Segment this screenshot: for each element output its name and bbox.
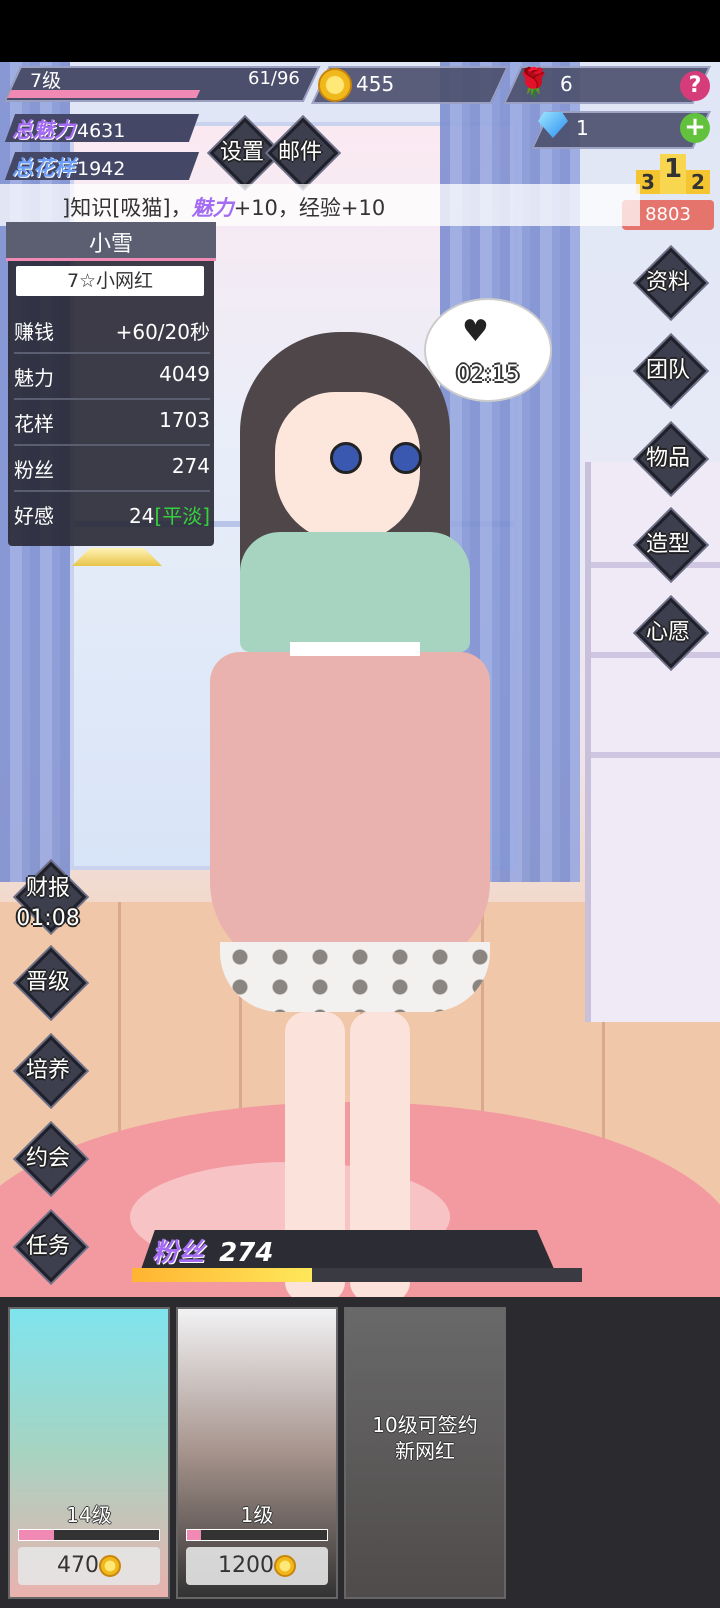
card-progress [186,1529,328,1541]
fans-progress-track [132,1268,582,1282]
promote-button[interactable]: 晋级 [15,947,87,1019]
diamond-value: 1 [576,116,589,140]
rose-icon: 🌹 [516,66,551,99]
character-info-panel: 小雪 7☆小网红 赚钱 +60/20秒 魅力 4049 花样 1703 粉丝 274 好… [6,222,216,546]
card-price[interactable]: 1200 [186,1547,328,1585]
add-diamond-icon[interactable]: + [680,113,710,143]
ranking-podium-icon[interactable]: 3 1 2 [634,154,710,198]
card-level: 14级 [66,1503,112,1527]
total-pattern-value: 1942 [77,158,126,180]
stat-row: 赚钱 +60/20秒 [14,306,210,354]
fans-value: 274 [219,1238,274,1268]
team-button[interactable]: 团队 [635,335,707,407]
finance-report-button[interactable]: 财报 01:08 [15,861,87,933]
gold-value: 455 [356,72,395,96]
ticker-highlight: 魅力 [191,196,234,220]
total-charm-label: 总魅力 [12,118,75,142]
items-button[interactable]: 物品 [635,423,707,495]
styling-button[interactable]: 造型 [635,509,707,581]
finance-report-timer: 01:08 [16,906,80,931]
exp-label: 61/96 [248,68,300,89]
stat-row: 魅力 4049 [14,352,210,400]
card-progress [18,1529,160,1541]
bubble-timer: 02:15 [456,362,520,387]
wish-button[interactable]: 心愿 [635,597,707,669]
gold-coin-icon [274,1555,296,1577]
total-pattern-label: 总花样 [12,156,75,180]
affection-state: [平淡] [154,504,210,528]
locked-text-2: 新网红 [395,1439,455,1463]
fans-label: 粉丝 [152,1238,205,1268]
ticker-prefix: ]知识[吸猫]， [62,196,192,220]
stat-row: 花样 1703 [14,398,210,446]
rose-value: 6 [560,72,573,96]
task-button[interactable]: 任务 [15,1211,87,1283]
gold-coin-icon [318,68,352,102]
locked-text-1: 10级可签约 [372,1413,478,1437]
character-portrait[interactable] [200,332,500,1297]
mail-label: 邮件 [277,140,322,165]
date-button[interactable]: 约会 [15,1123,87,1195]
character-title: 7☆小网红 [16,266,204,296]
heart-hand-icon: ♥ [462,314,489,349]
card-price[interactable]: 470 [18,1547,160,1585]
ticker-suffix: +10，经验+10 [233,196,386,220]
mail-button[interactable]: 邮件 [267,117,339,189]
thought-bubble[interactable]: ♥ 02:15 [424,298,552,402]
help-icon[interactable]: ? [680,71,710,101]
card-level: 1级 [240,1503,274,1527]
fans-progress-fill [132,1268,312,1282]
stat-row: 好感 24[平淡] [14,504,210,528]
roster-card-2[interactable]: 1级 1200 [176,1307,338,1599]
profile-button[interactable]: 资料 [635,247,707,319]
gold-coin-icon [99,1555,121,1577]
roster-card-locked[interactable]: 10级可签约 新网红 [344,1307,506,1599]
level-label: 7级 [30,70,62,92]
total-charm-value: 4631 [77,120,126,142]
train-button[interactable]: 培养 [15,1035,87,1107]
stat-row: 粉丝 274 [14,444,210,492]
roster-card-xiaoxue[interactable]: 14级 470 [8,1307,170,1599]
character-name: 小雪 [88,232,133,257]
